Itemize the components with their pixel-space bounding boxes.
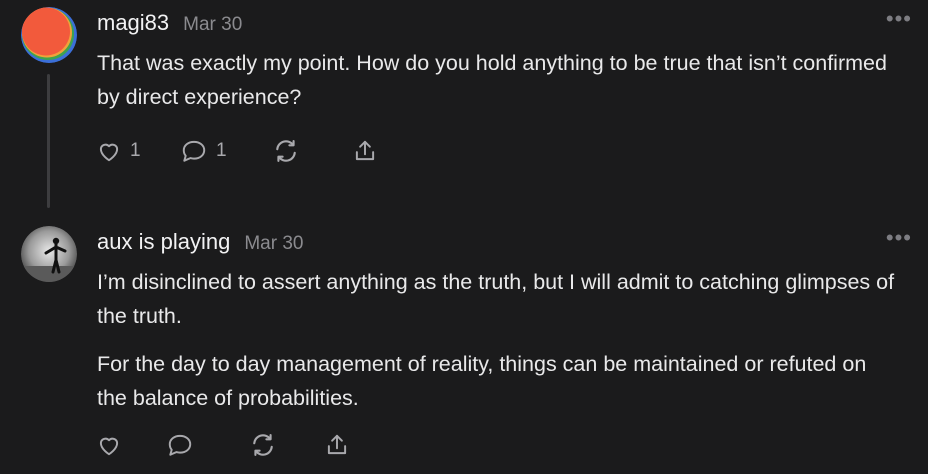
like-count: 1 [130,140,141,161]
comment-body: That was exactly my point. How do you ho… [97,46,897,128]
share-button[interactable] [352,136,378,166]
comment-actions: 1 1 [96,136,378,166]
avatar-image [21,226,77,282]
comment-body: I’m disinclined to assert anything as th… [97,265,897,429]
heart-icon [99,143,119,162]
comment-actions [96,430,350,460]
reply-count: 1 [216,140,227,161]
avatar[interactable] [21,226,77,282]
restack-button[interactable] [272,136,352,166]
avatar-image [21,7,77,63]
comment-thread: magi83 Mar 30 ••• That was exactly my po… [0,0,928,474]
restack-icon [253,434,273,456]
comment-paragraph: That was exactly my point. How do you ho… [97,51,887,109]
share-icon [327,434,347,455]
comment-header: aux is playing Mar 30 [97,229,303,255]
comment-bubble-icon [182,140,206,162]
comment-date[interactable]: Mar 30 [244,233,303,255]
comment-bubble-icon [168,434,192,456]
restack-icon [276,140,296,162]
like-button[interactable] [96,430,166,460]
thread-connector-line [47,74,50,208]
comment: aux is playing Mar 30 ••• I’m disincline… [0,220,928,474]
reply-button[interactable]: 1 [180,136,272,166]
comment-date[interactable]: Mar 30 [183,14,242,36]
reply-button[interactable] [166,430,249,460]
author-name[interactable]: magi83 [97,10,169,36]
comment-paragraph: I’m disinclined to assert anything as th… [97,270,895,328]
share-icon [355,140,375,161]
comment-header: magi83 Mar 30 [97,10,242,36]
author-name[interactable]: aux is playing [97,229,230,255]
more-options-icon[interactable]: ••• [886,8,912,30]
share-button[interactable] [324,430,350,460]
more-options-icon[interactable]: ••• [886,227,912,249]
avatar[interactable] [21,7,77,63]
comment-paragraph: For the day to day management of reality… [97,352,867,410]
heart-icon [99,437,119,456]
like-button[interactable]: 1 [96,136,180,166]
comment: magi83 Mar 30 ••• That was exactly my po… [0,0,928,210]
restack-button[interactable] [249,430,324,460]
